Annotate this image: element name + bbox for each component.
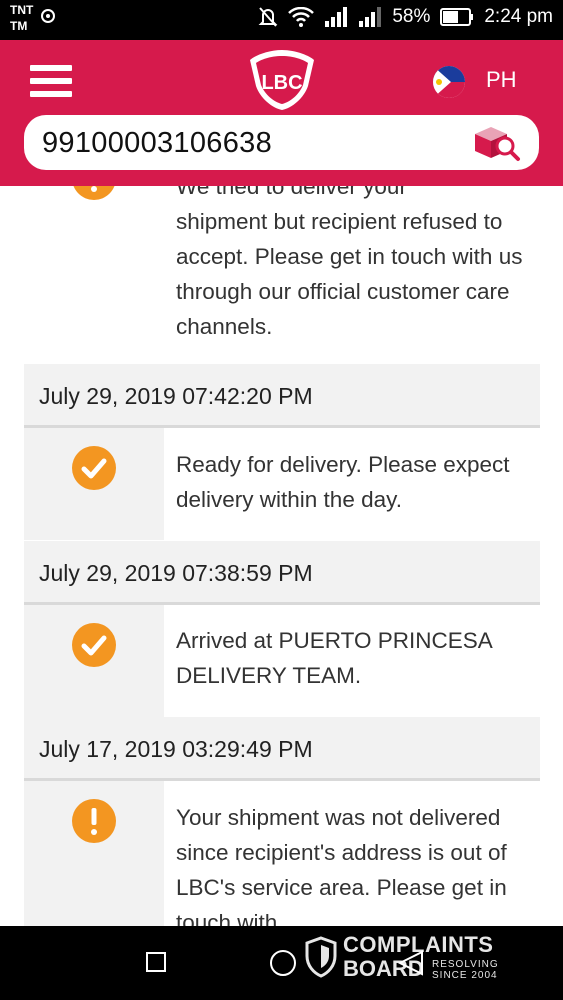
event-icon-cell — [24, 605, 164, 717]
complaints-board-shield-icon — [304, 936, 338, 983]
tracking-search-bar[interactable]: 99100003106638 — [24, 115, 539, 170]
lbc-logo[interactable]: LBC — [246, 48, 318, 117]
event-date-header: July 17, 2019 03:29:49 PM — [24, 717, 540, 781]
back-button[interactable] — [396, 948, 426, 983]
event-date-header: July 29, 2019 07:38:59 PM — [24, 541, 540, 605]
signal-icon — [324, 7, 348, 27]
tracking-number-input[interactable]: 99100003106638 — [42, 127, 272, 160]
ph-flag-icon[interactable] — [433, 66, 465, 98]
track-package-icon[interactable] — [471, 124, 521, 162]
status-bar: TNT TM 58% 2:24 pm — [0, 0, 563, 40]
alert-icon — [72, 799, 116, 843]
carrier-label: TNT TM — [10, 3, 34, 33]
menu-icon[interactable] — [30, 65, 72, 99]
notification-icon — [40, 8, 56, 29]
event-message: Your shipment was not delivered since re… — [176, 805, 507, 926]
watermark-tagline: SINCE 2004 — [432, 970, 498, 981]
event-message: We tried to deliver your shipment but re… — [176, 186, 523, 339]
svg-text:LBC: LBC — [261, 72, 302, 94]
event-icon-cell — [24, 781, 164, 926]
event-message: Arrived at PUERTO PRINCESA DELIVERY TEAM… — [176, 628, 492, 688]
battery-percent: 58% — [392, 6, 431, 27]
check-icon — [72, 623, 116, 667]
home-button[interactable] — [270, 950, 296, 976]
watermark-tagline: RESOLVING — [432, 959, 499, 970]
battery-icon — [440, 8, 474, 26]
check-icon — [72, 446, 116, 490]
wifi-icon — [288, 7, 315, 27]
android-nav-bar: COMPLAINTS BOARD RESOLVING SINCE 2004 — [0, 926, 563, 1000]
event-message: Ready for delivery. Please expect delive… — [176, 452, 510, 512]
recent-apps-button[interactable] — [146, 952, 166, 972]
mute-icon — [258, 6, 278, 28]
app-header: LBC PH 99100003106638 — [0, 40, 563, 186]
alert-icon — [72, 186, 116, 200]
signal-icon-2 — [358, 7, 382, 27]
clock: 2:24 pm — [484, 6, 553, 27]
tracking-timeline[interactable]: We tried to deliver your shipment but re… — [0, 186, 563, 926]
event-icon-cell — [24, 428, 164, 540]
region-label[interactable]: PH — [486, 67, 517, 93]
event-date-header: July 29, 2019 07:42:20 PM — [24, 364, 540, 428]
